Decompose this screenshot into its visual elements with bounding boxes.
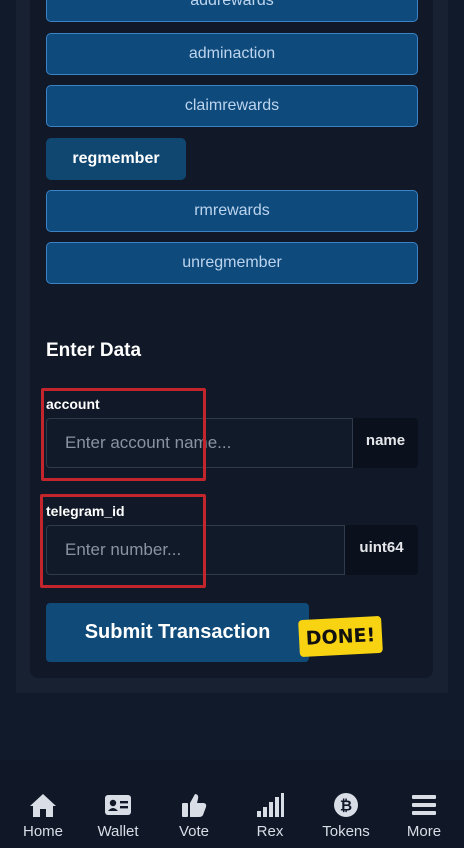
action-button-addrewards[interactable]: addrewards bbox=[46, 0, 418, 22]
nav-item-vote[interactable]: Vote bbox=[154, 790, 234, 840]
menu-icon bbox=[412, 790, 436, 820]
field-label-telegram-id: telegram_id bbox=[46, 503, 125, 519]
account-input[interactable] bbox=[46, 418, 353, 468]
action-button-rmrewards[interactable]: rmrewards bbox=[46, 190, 418, 232]
wallet-icon bbox=[105, 790, 131, 820]
bottom-nav: Home Wallet Vote Rex ₿ Tokens More bbox=[0, 760, 464, 848]
done-badge: DONE! bbox=[298, 615, 383, 658]
nav-item-wallet[interactable]: Wallet bbox=[78, 790, 158, 840]
section-title: Enter Data bbox=[46, 340, 142, 361]
home-icon bbox=[29, 790, 57, 820]
signal-bars-icon bbox=[256, 790, 284, 820]
thumbs-up-icon bbox=[181, 790, 207, 820]
nav-item-more[interactable]: More bbox=[384, 790, 464, 840]
submit-transaction-button[interactable]: Submit Transaction bbox=[46, 603, 309, 662]
nav-label-vote: Vote bbox=[178, 823, 210, 840]
field-type-account: name bbox=[353, 418, 418, 468]
action-button-claimrewards[interactable]: claimrewards bbox=[46, 85, 418, 127]
svg-text:₿: ₿ bbox=[340, 797, 352, 815]
nav-label-wallet: Wallet bbox=[97, 823, 139, 840]
nav-label-home: Home bbox=[22, 823, 63, 840]
field-label-account: account bbox=[46, 396, 100, 412]
nav-label-tokens: Tokens bbox=[322, 823, 370, 840]
nav-label-rex: Rex bbox=[256, 823, 284, 840]
action-button-unregmember[interactable]: unregmember bbox=[46, 242, 418, 284]
action-button-adminaction[interactable]: adminaction bbox=[46, 33, 418, 75]
bitcoin-icon: ₿ bbox=[333, 790, 359, 820]
field-type-telegram-id: uint64 bbox=[345, 525, 418, 575]
nav-label-more: More bbox=[406, 823, 442, 840]
nav-item-home[interactable]: Home bbox=[3, 790, 83, 840]
telegram-id-input[interactable] bbox=[46, 525, 345, 575]
nav-item-rex[interactable]: Rex bbox=[230, 790, 310, 840]
action-button-regmember[interactable]: regmember bbox=[46, 138, 186, 180]
nav-item-tokens[interactable]: ₿ Tokens bbox=[306, 790, 386, 840]
